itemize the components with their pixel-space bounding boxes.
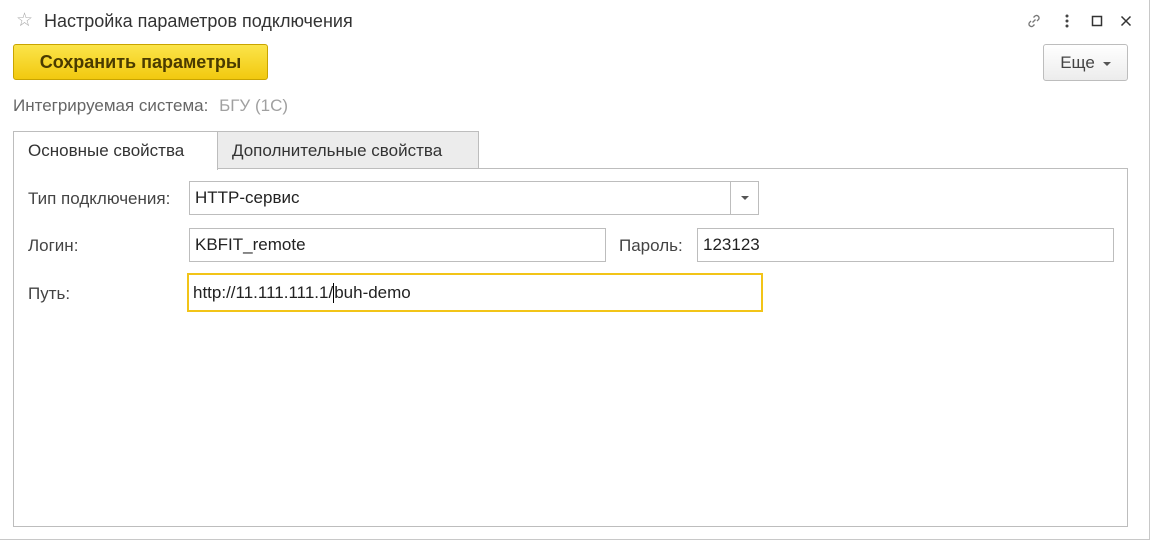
- login-value: KBFIT_remote: [195, 235, 306, 254]
- password-field[interactable]: 123123: [697, 228, 1114, 262]
- password-value: 123123: [703, 235, 760, 254]
- chevron-down-icon: [1102, 61, 1111, 66]
- dropdown-button[interactable]: [730, 182, 758, 214]
- integrated-system-value: БГУ (1С): [219, 96, 289, 115]
- integrated-system-row: Интегрируемая система: БГУ (1С): [13, 96, 288, 116]
- more-vertical-icon[interactable]: [1058, 12, 1076, 30]
- password-label: Пароль:: [619, 236, 683, 255]
- connection-type-select[interactable]: HTTP-сервис: [189, 181, 759, 215]
- path-label: Путь:: [28, 284, 71, 303]
- link-icon[interactable]: [1025, 12, 1043, 30]
- close-icon[interactable]: [1117, 12, 1135, 30]
- login-field[interactable]: KBFIT_remote: [189, 228, 606, 262]
- save-parameters-button[interactable]: Сохранить параметры: [13, 44, 268, 80]
- path-value-after-cursor: buh-demo: [334, 282, 411, 302]
- maximize-icon[interactable]: [1088, 12, 1106, 30]
- tab-main-properties[interactable]: Основные свойства: [13, 131, 218, 170]
- star-icon[interactable]: ☆: [16, 10, 33, 32]
- titlebar: ☆ Настройка параметров подключения: [0, 0, 1150, 42]
- path-value-before-cursor: http://11.111.111.1/: [193, 282, 334, 302]
- connection-type-value: HTTP-сервис: [195, 188, 300, 207]
- tab-additional-properties[interactable]: Дополнительные свойства: [217, 131, 479, 169]
- more-button-label: Еще: [1060, 52, 1095, 72]
- integrated-system-label: Интегрируемая система:: [13, 96, 209, 115]
- tab-panel: Тип подключения: HTTP-сервис Логин: KBFI…: [13, 168, 1128, 527]
- window: ☆ Настройка параметров подключения Сохра…: [0, 0, 1150, 540]
- path-input[interactable]: http://11.111.111.1/buh-demo: [187, 273, 763, 312]
- more-button[interactable]: Еще: [1043, 44, 1128, 81]
- window-title: Настройка параметров подключения: [44, 11, 353, 31]
- connection-type-label: Тип подключения:: [28, 189, 171, 208]
- login-label: Логин:: [28, 236, 79, 255]
- chevron-down-icon: [740, 196, 749, 200]
